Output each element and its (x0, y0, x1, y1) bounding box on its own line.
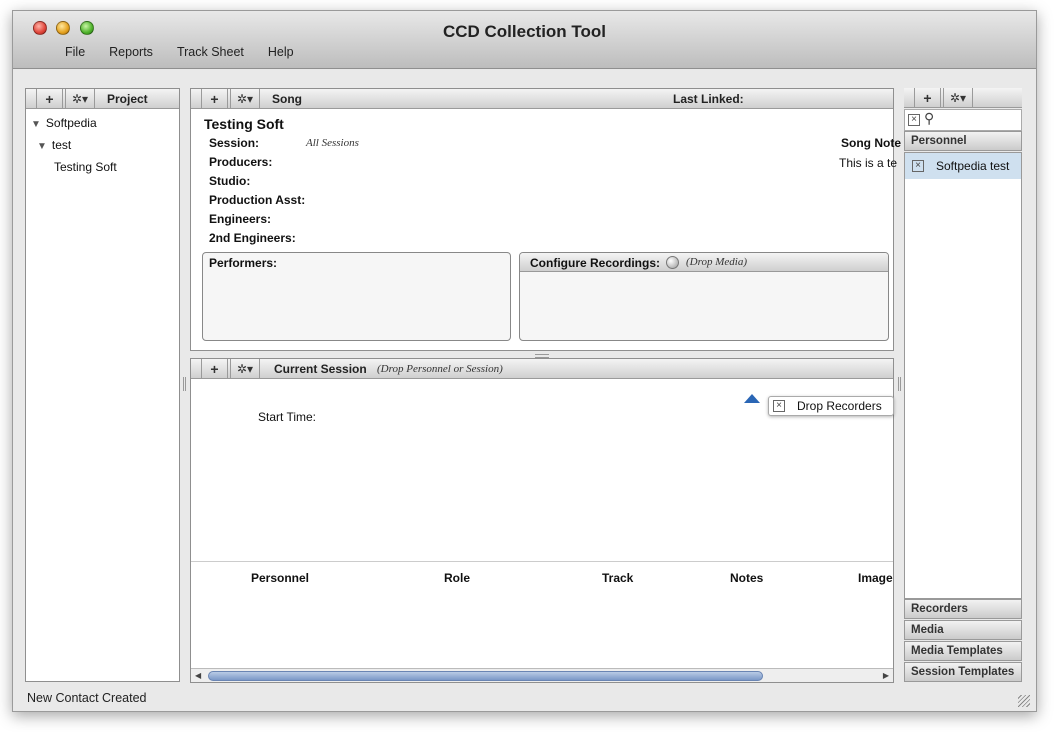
contact-card-icon: × (912, 160, 924, 172)
disclosure-triangle-icon[interactable]: ▼ (37, 141, 47, 152)
library-search-field[interactable]: × ⚲ (904, 109, 1022, 131)
status-bar: New Contact Created (13, 687, 1036, 711)
session-label: Session: (209, 136, 260, 150)
library-panel: + ✲▾ × ⚲ Personnel × Softpedia test Reco… (904, 88, 1024, 682)
window-title: CCD Collection Tool (442, 22, 607, 41)
scroll-left-arrow-icon[interactable]: ◀ (195, 671, 201, 680)
column-track[interactable]: Track (602, 571, 633, 585)
studio-label: Studio: (209, 174, 251, 188)
project-panel-header: + ✲▾ Project (26, 89, 179, 109)
second-engineers-label: 2nd Engineers: (209, 231, 296, 245)
session-panel-header: + ✲▾ Current Session (Drop Personnel or … (191, 359, 893, 379)
title-bar: CCD Collection Tool File Reports Track S… (13, 11, 1036, 69)
menu-reports[interactable]: Reports (97, 45, 165, 59)
remove-x-icon[interactable]: × (773, 400, 785, 412)
library-panel-header: + ✲▾ (904, 88, 1022, 108)
column-image[interactable]: Image (858, 571, 893, 585)
table-divider (191, 561, 893, 562)
song-panel: + ✲▾ Song Last Linked: Testing Soft Sess… (190, 88, 901, 351)
add-session-button[interactable]: + (201, 359, 228, 379)
last-linked-label: Last Linked: (673, 92, 744, 106)
engineers-label: Engineers: (209, 212, 272, 226)
scroll-right-arrow-icon[interactable]: ▶ (883, 671, 889, 680)
current-session-panel: + ✲▾ Current Session (Drop Personnel or … (190, 358, 894, 683)
production-asst-label: Production Asst: (209, 193, 306, 207)
add-song-button[interactable]: + (201, 89, 228, 109)
project-header-label: Project (107, 92, 148, 106)
producers-label: Producers: (209, 155, 273, 169)
song-notes-label: Song Note (841, 136, 901, 150)
project-gear-menu-icon[interactable]: ✲▾ (65, 89, 95, 109)
menu-help[interactable]: Help (256, 45, 306, 59)
menu-track-sheet[interactable]: Track Sheet (165, 45, 256, 59)
status-message: New Contact Created (27, 691, 147, 705)
song-gear-menu-icon[interactable]: ✲▾ (230, 89, 260, 109)
clear-search-icon[interactable]: × (908, 114, 920, 126)
personnel-list-item[interactable]: × Softpedia test (905, 153, 1021, 179)
section-personnel[interactable]: Personnel (904, 131, 1022, 151)
performers-box[interactable]: Performers: (202, 252, 511, 341)
performers-label: Performers: (209, 256, 278, 270)
media-disc-icon (666, 256, 679, 269)
right-splitter-handle[interactable] (898, 377, 901, 391)
tree-item-softpedia[interactable]: ▼ Softpedia (31, 116, 97, 130)
menu-file[interactable]: File (53, 45, 97, 59)
column-notes[interactable]: Notes (730, 571, 763, 585)
section-media[interactable]: Media (904, 620, 1022, 640)
menu-bar: File Reports Track Sheet Help (53, 45, 306, 59)
tree-item-testing-soft[interactable]: Testing Soft (54, 160, 117, 174)
configure-recordings-label: Configure Recordings: (530, 256, 661, 270)
song-notes-value[interactable]: This is a te (839, 156, 897, 170)
drop-recorders-label: Drop Recorders (797, 399, 882, 413)
project-panel: + ✲▾ Project ▼ Softpedia ▼ test Testing So… (25, 88, 180, 682)
collapse-up-arrow-icon[interactable] (744, 394, 760, 403)
song-panel-header: + ✲▾ Song Last Linked: (191, 89, 893, 109)
app-window: CCD Collection Tool File Reports Track S… (12, 10, 1037, 712)
drop-recorders-field[interactable]: × Drop Recorders (768, 396, 894, 416)
section-session-templates[interactable]: Session Templates (904, 662, 1022, 682)
current-session-label: Current Session (274, 362, 367, 376)
section-media-templates[interactable]: Media Templates (904, 641, 1022, 661)
scrollbar-thumb[interactable] (208, 671, 763, 681)
resize-grip-icon[interactable] (1018, 695, 1030, 707)
personnel-list: × Softpedia test (904, 152, 1022, 599)
disclosure-triangle-icon[interactable]: ▼ (31, 119, 41, 130)
drop-personnel-hint: (Drop Personnel or Session) (377, 363, 503, 375)
left-splitter-handle[interactable] (183, 377, 186, 391)
song-title: Testing Soft (204, 116, 284, 132)
start-time-label: Start Time: (258, 410, 317, 424)
column-role[interactable]: Role (444, 571, 470, 585)
configure-recordings-header: Configure Recordings: (Drop Media) (520, 253, 888, 272)
session-value[interactable]: All Sessions (306, 137, 359, 149)
add-project-button[interactable]: + (36, 89, 63, 109)
library-gear-menu-icon[interactable]: ✲▾ (943, 88, 973, 108)
horizontal-scrollbar[interactable]: ◀ ▶ (191, 668, 893, 682)
tree-item-test[interactable]: ▼ test (37, 138, 71, 152)
section-recorders[interactable]: Recorders (904, 599, 1022, 619)
search-icon[interactable]: ⚲ (924, 110, 934, 127)
song-header-label: Song (272, 92, 302, 106)
add-library-item-button[interactable]: + (914, 88, 941, 108)
session-gear-menu-icon[interactable]: ✲▾ (230, 359, 260, 379)
drop-media-hint: (Drop Media) (686, 256, 747, 268)
column-personnel[interactable]: Personnel (251, 571, 309, 585)
configure-recordings-box[interactable]: Configure Recordings: (Drop Media) (519, 252, 889, 341)
